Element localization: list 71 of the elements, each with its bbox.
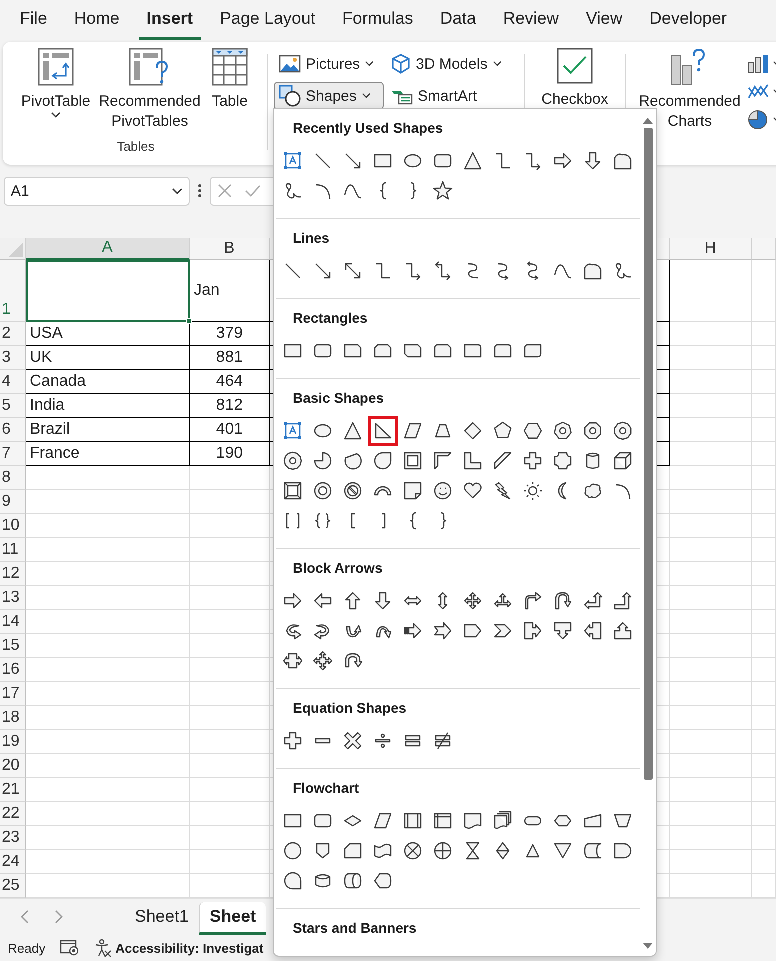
table-cell: France	[26, 442, 190, 466]
section-heading: Rectangles	[293, 309, 369, 328]
table-button[interactable]: Table	[203, 48, 257, 112]
row-number[interactable]: 7	[0, 442, 26, 466]
ribbon-tab[interactable]: File	[12, 2, 56, 40]
ribbon-tab[interactable]: Page Layout	[212, 2, 324, 40]
column-header[interactable]: B	[190, 238, 270, 260]
table-cell: 812	[190, 394, 270, 418]
row-number[interactable]: 13	[0, 586, 26, 610]
row-number[interactable]: 20	[0, 754, 26, 778]
table-cell: 379	[190, 322, 270, 346]
section-heading: Flowchart	[293, 779, 360, 798]
section-heading: Equation Shapes	[293, 699, 408, 718]
row-number[interactable]: 18	[0, 706, 26, 730]
table-cell: Jan	[190, 260, 270, 322]
section-heading: Stars and Banners	[293, 919, 418, 938]
column-header[interactable]: H	[670, 238, 752, 260]
row-number[interactable]: 12	[0, 562, 26, 586]
ribbon-tab[interactable]: Home	[66, 2, 128, 40]
recommended-pivot-tables-button[interactable]: Recommended PivotTables	[97, 48, 203, 132]
ribbon-tab[interactable]: Developer	[642, 2, 736, 40]
group-label: Tables	[117, 139, 155, 156]
row-number[interactable]: 25	[0, 874, 26, 898]
row-number[interactable]: 9	[0, 490, 26, 514]
section-heading: Basic Shapes	[293, 389, 386, 408]
table-cell: 464	[190, 370, 270, 394]
row-number[interactable]: 16	[0, 658, 26, 682]
row-number[interactable]: 6	[0, 418, 26, 442]
table-cell: 190	[190, 442, 270, 466]
table-cell: 881	[190, 346, 270, 370]
ribbon-tab[interactable]: Formulas	[334, 2, 422, 40]
sheet-tab[interactable]: Sheet	[198, 902, 266, 935]
checkbox-button[interactable]: Checkbox	[535, 48, 615, 110]
section-heading: Lines	[293, 229, 331, 248]
table-cell: India	[26, 394, 190, 418]
row-number[interactable]: 22	[0, 802, 26, 826]
row-number[interactable]: 3	[0, 346, 26, 370]
sheet-tab[interactable]: Sheet1	[124, 902, 199, 935]
row-number[interactable]: 2	[0, 322, 26, 346]
table-cell: 401	[190, 418, 270, 442]
ribbon-tab[interactable]: View	[578, 2, 631, 40]
row-number[interactable]: 14	[0, 610, 26, 634]
table-cell: USA	[26, 322, 190, 346]
row-number[interactable]: 5	[0, 394, 26, 418]
row-number[interactable]: 1	[0, 260, 26, 322]
column-header[interactable]: A	[26, 238, 190, 260]
row-number[interactable]: 15	[0, 634, 26, 658]
3d-models-button[interactable]: 3D Models	[386, 50, 518, 78]
row-number[interactable]: 21	[0, 778, 26, 802]
row-number[interactable]: 17	[0, 682, 26, 706]
pictures-button[interactable]: Pictures	[274, 50, 384, 78]
section-heading: Recently Used Shapes	[293, 119, 444, 138]
row-number[interactable]: 10	[0, 514, 26, 538]
row-number[interactable]: 8	[0, 466, 26, 490]
recommended-charts-button[interactable]: Recommended Charts	[636, 48, 744, 132]
row-number[interactable]: 19	[0, 730, 26, 754]
ribbon-tab[interactable]: Review	[495, 2, 568, 40]
table-cell: Brazil	[26, 418, 190, 442]
row-number[interactable]: 4	[0, 370, 26, 394]
ribbon-tab[interactable]: Data	[432, 2, 484, 40]
table-cell: Canada	[26, 370, 190, 394]
shapes-button[interactable]: Shapes	[274, 82, 384, 110]
status-text: Ready	[8, 940, 46, 956]
name-box[interactable]: A1	[4, 176, 190, 206]
accessibility-status[interactable]: Accessibility: Investigat	[116, 940, 264, 956]
row-number[interactable]: 11	[0, 538, 26, 562]
pivot-table-button[interactable]: PivotTable	[15, 48, 97, 118]
row-number[interactable]: 23	[0, 826, 26, 850]
row-number[interactable]: 24	[0, 850, 26, 874]
section-heading: Block Arrows	[293, 559, 384, 578]
table-cell: UK	[26, 346, 190, 370]
